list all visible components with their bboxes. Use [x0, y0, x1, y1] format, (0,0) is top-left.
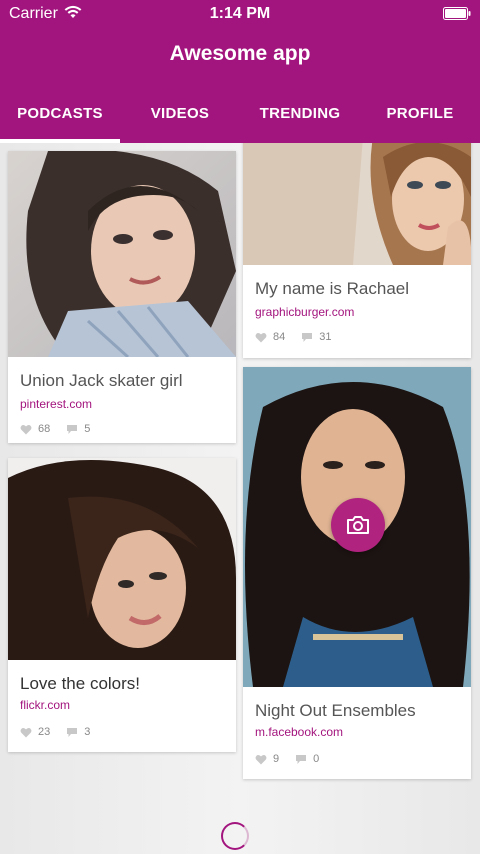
status-time: 1:14 PM	[209, 5, 271, 22]
like-count: 23	[38, 726, 51, 738]
card-title: Union Jack skater girl	[20, 371, 183, 390]
camera-fab-button[interactable]	[331, 498, 385, 552]
tab-videos[interactable]: VIDEOS	[120, 96, 240, 143]
card-source-link[interactable]: graphicburger.com	[255, 305, 354, 319]
app-header: Carrier 1:14 PM Awesome app PODCASTS VID…	[0, 0, 480, 143]
loading-spinner	[221, 822, 249, 850]
tab-label: PODCASTS	[17, 105, 103, 122]
card-photo	[8, 151, 236, 357]
tab-trending[interactable]: TRENDING	[240, 96, 360, 143]
comment-count: 3	[84, 726, 91, 738]
card-rachael[interactable]: My name is Rachael graphicburger.com 84 …	[243, 143, 471, 358]
card-title: My name is Rachael	[255, 279, 410, 298]
tab-label: VIDEOS	[150, 105, 210, 122]
card-source-link[interactable]: flickr.com	[20, 698, 70, 712]
tab-podcasts[interactable]: PODCASTS	[0, 96, 120, 143]
comment-icon[interactable]	[301, 332, 313, 343]
comment-icon[interactable]	[66, 424, 78, 435]
card-stats: 23 3	[20, 726, 90, 738]
tab-label: TRENDING	[259, 105, 341, 122]
like-count: 84	[273, 331, 286, 343]
card-union-jack[interactable]: Union Jack skater girl pinterest.com 68 …	[8, 151, 236, 443]
card-stats: 84 31	[255, 331, 332, 343]
tab-label: PROFILE	[386, 105, 454, 122]
like-count: 9	[273, 753, 280, 765]
card-stats: 68 5	[20, 423, 90, 435]
heart-icon[interactable]	[255, 754, 267, 765]
like-count: 68	[38, 423, 51, 435]
comment-icon[interactable]	[66, 727, 78, 738]
heart-icon[interactable]	[20, 424, 32, 435]
card-title: Night Out Ensembles	[255, 701, 416, 720]
card-love-the-colors[interactable]: Love the colors! flickr.com 23 3	[8, 458, 236, 752]
card-night-out-ensembles[interactable]: Night Out Ensembles m.facebook.com 9 0	[243, 367, 471, 779]
card-stats: 9 0	[255, 753, 319, 765]
camera-icon	[347, 516, 369, 534]
card-source-link[interactable]: pinterest.com	[20, 397, 92, 411]
comment-icon[interactable]	[295, 754, 307, 765]
heart-icon[interactable]	[20, 727, 32, 738]
tab-bar: PODCASTS VIDEOS TRENDING PROFILE	[0, 96, 480, 143]
comment-count: 0	[313, 753, 320, 765]
card-photo	[8, 458, 236, 660]
card-source-link[interactable]: m.facebook.com	[255, 725, 343, 739]
battery-icon	[443, 7, 471, 20]
heart-icon[interactable]	[255, 332, 267, 343]
feed[interactable]: Union Jack skater girl pinterest.com 68 …	[0, 143, 480, 854]
comment-count: 31	[319, 331, 332, 343]
tab-profile[interactable]: PROFILE	[360, 96, 480, 143]
comment-count: 5	[84, 423, 91, 435]
card-title: Love the colors!	[20, 674, 141, 693]
status-bar: Carrier 1:14 PM	[0, 0, 480, 28]
card-photo	[243, 143, 471, 265]
app-title: Awesome app	[169, 42, 311, 65]
